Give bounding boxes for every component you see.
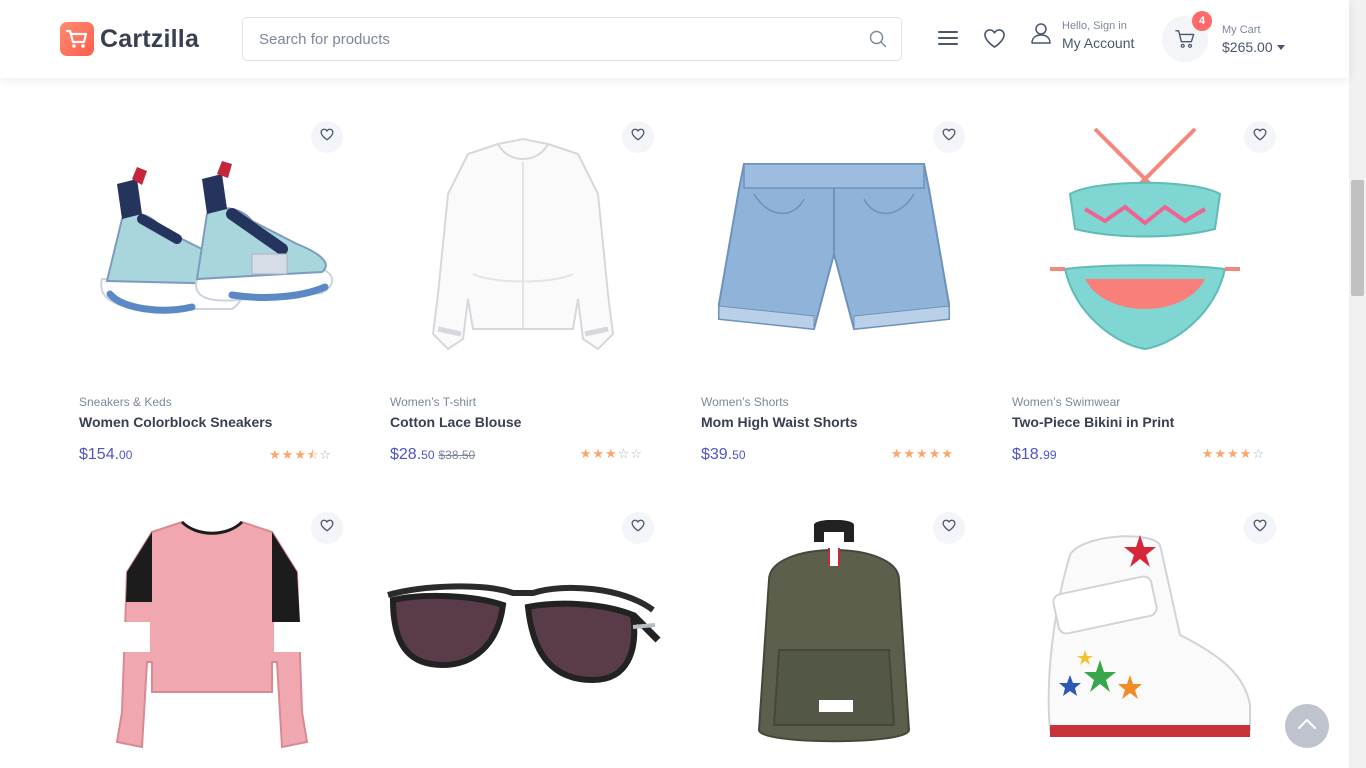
star-icon: ★	[1227, 446, 1240, 461]
heart-icon	[631, 128, 645, 146]
brand-logo[interactable]: Cartzilla	[60, 22, 199, 56]
product-old-price: $38.50	[438, 448, 476, 462]
chevron-down-icon	[1276, 45, 1285, 51]
star-icon: ★	[916, 446, 929, 461]
star-icon: ★	[281, 447, 295, 462]
star-icon: ⯪	[306, 448, 320, 462]
star-icon: ☆	[617, 446, 631, 461]
cart-logo-icon	[60, 22, 94, 56]
product-category[interactable]: Sneakers & Keds	[79, 395, 172, 409]
add-to-wishlist-button[interactable]	[933, 512, 965, 544]
product-price: $18.99	[1012, 446, 1057, 463]
account-greeting: Hello, Sign in	[1062, 20, 1127, 32]
product-rating: ★★★☆☆	[580, 446, 643, 462]
cart-button[interactable]: 4 My Cart $265.00	[1162, 11, 1285, 62]
star-icon: ★	[1201, 446, 1215, 461]
add-to-wishlist-button[interactable]	[622, 121, 654, 153]
product-rating: ★★★⯪☆	[269, 446, 332, 467]
cart-label: My Cart	[1222, 23, 1261, 36]
cart-icon-wrap: 4	[1162, 11, 1212, 62]
product-price: $28.50 $38.50	[390, 446, 476, 463]
star-icon: ☆	[1252, 446, 1265, 461]
star-icon: ★	[941, 446, 954, 461]
star-icon: ★	[269, 447, 282, 462]
add-to-wishlist-button[interactable]	[933, 121, 965, 153]
search-box	[242, 17, 902, 61]
add-to-wishlist-button[interactable]	[1244, 512, 1276, 544]
product-title[interactable]: Cotton Lace Blouse	[390, 414, 521, 430]
product-price: $39.50	[701, 446, 746, 463]
star-icon: ☆	[319, 447, 332, 462]
product-title[interactable]: Two-Piece Bikini in Print	[1012, 414, 1174, 430]
menu-icon[interactable]	[937, 29, 959, 52]
product-rating: ★★★★☆	[1202, 446, 1265, 462]
chevron-up-icon	[1297, 717, 1317, 735]
heart-icon	[320, 128, 334, 146]
star-icon: ★	[928, 446, 942, 461]
add-to-wishlist-button[interactable]	[1244, 121, 1276, 153]
star-icon: ★	[1239, 446, 1253, 461]
cart-count-badge: 4	[1192, 11, 1212, 31]
star-icon: ★	[903, 446, 917, 461]
product-rating: ★★★★★	[891, 446, 954, 462]
product-category[interactable]: Women’s Swimwear	[1012, 395, 1120, 409]
cart-total: $265.00	[1222, 38, 1273, 55]
heart-icon	[942, 128, 956, 146]
star-icon: ★	[294, 447, 307, 462]
heart-icon[interactable]	[983, 28, 1006, 54]
scroll-to-top-button[interactable]	[1285, 704, 1329, 748]
account-link[interactable]: Hello, Sign in My Account	[1030, 20, 1134, 51]
product-category[interactable]: Women’s Shorts	[701, 395, 789, 409]
heart-icon	[1253, 519, 1267, 537]
navbar: Cartzilla Hello, Sign in My Account 4 My…	[0, 0, 1349, 78]
product-category[interactable]: Women’s T-shirt	[390, 395, 476, 409]
page-scrollbar[interactable]	[1349, 0, 1366, 768]
brand-name: Cartzilla	[100, 24, 200, 53]
add-to-wishlist-button[interactable]	[622, 512, 654, 544]
heart-icon	[320, 519, 334, 537]
star-icon: ★	[579, 446, 593, 461]
search-input[interactable]	[243, 18, 843, 60]
star-icon: ☆	[630, 446, 643, 461]
user-icon	[1030, 22, 1052, 49]
scrollbar-thumb[interactable]	[1351, 180, 1364, 296]
heart-icon	[942, 519, 956, 537]
star-icon: ★	[605, 446, 618, 461]
star-icon: ★	[890, 446, 904, 461]
star-icon: ★	[1214, 446, 1228, 461]
account-label: My Account	[1062, 35, 1135, 51]
add-to-wishlist-button[interactable]	[311, 512, 343, 544]
product-title[interactable]: Women Colorblock Sneakers	[79, 414, 272, 430]
product-title[interactable]: Mom High Waist Shorts	[701, 414, 858, 430]
product-price: $154.00	[79, 446, 133, 463]
star-icon: ★	[592, 446, 606, 461]
heart-icon	[631, 519, 645, 537]
add-to-wishlist-button[interactable]	[311, 121, 343, 153]
heart-icon	[1253, 128, 1267, 146]
search-icon[interactable]	[869, 30, 887, 53]
